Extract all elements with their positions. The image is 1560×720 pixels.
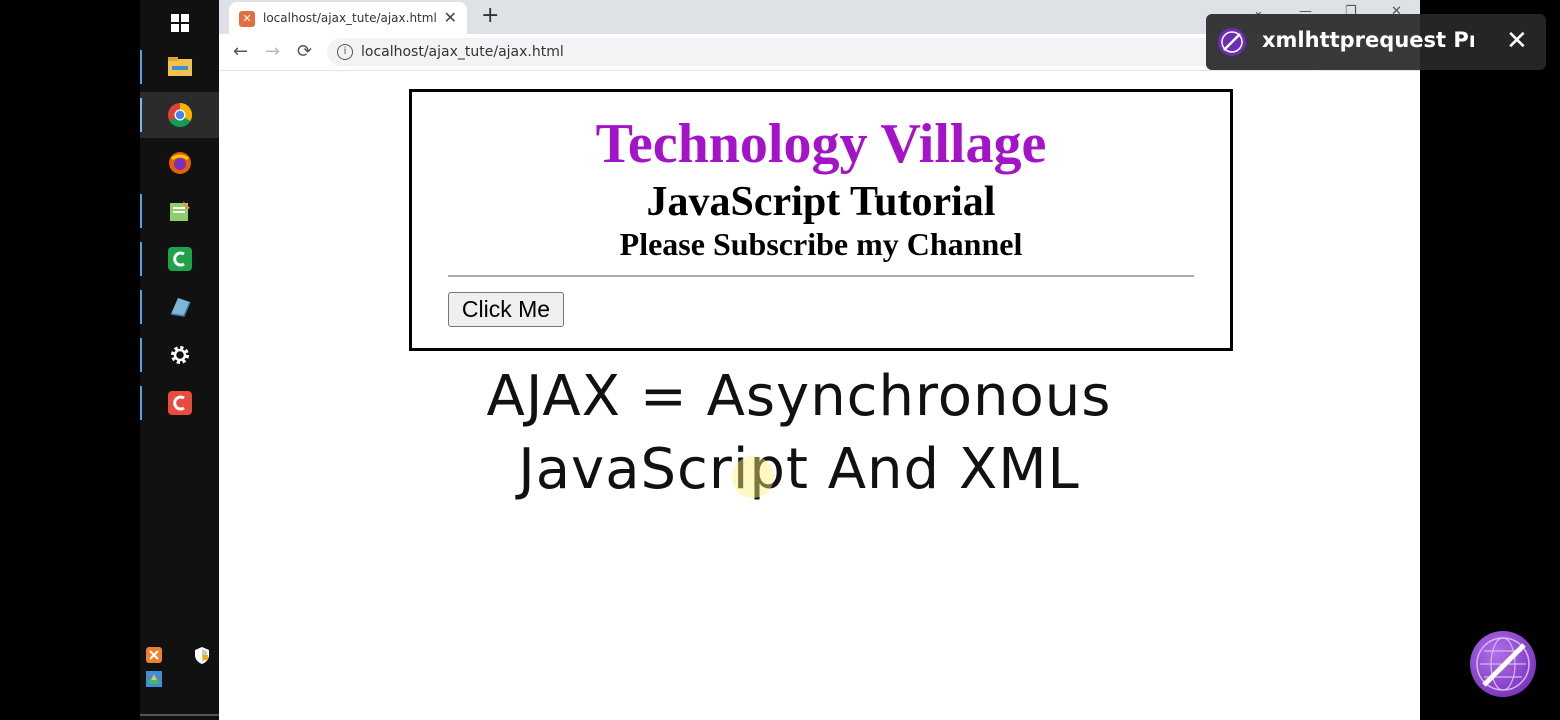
notepad-icon: [169, 201, 190, 221]
taskbar-firefox[interactable]: [140, 140, 219, 186]
tab-close-icon[interactable]: ✕: [444, 8, 457, 27]
taskbar-notepad[interactable]: [140, 188, 219, 234]
caption-line-2: JavaScript And XML: [518, 437, 1080, 502]
taskbar-camtasia-recorder[interactable]: [140, 380, 219, 426]
video-title-overlay: xmlhttprequest Prop ✕: [1206, 14, 1546, 70]
info-icon[interactable]: i: [337, 44, 353, 60]
chrome-icon: [167, 103, 192, 128]
taskbar-chrome[interactable]: [140, 92, 219, 138]
overlay-close-icon[interactable]: ✕: [1506, 26, 1528, 56]
back-button[interactable]: ←: [233, 41, 248, 62]
windows-icon: [170, 14, 189, 32]
cursor-highlight: [732, 456, 774, 498]
page-content: Technology Village JavaScript Tutorial P…: [219, 71, 1420, 720]
taskbar-app[interactable]: [140, 284, 219, 330]
camtasia-red-icon: [167, 391, 192, 415]
firefox-icon: [168, 152, 191, 174]
settings-icon: [170, 346, 189, 364]
shield-icon[interactable]: [194, 647, 210, 664]
forward-button[interactable]: →: [265, 41, 280, 62]
channel-logo-icon: [1218, 28, 1246, 56]
address-bar[interactable]: i localhost/ajax_tute/ajax.html: [327, 38, 1327, 66]
browser-tab[interactable]: ✕ localhost/ajax_tute/ajax.html ✕: [229, 2, 467, 34]
tab-title: localhost/ajax_tute/ajax.html: [263, 11, 437, 25]
page-subtitle: JavaScript Tutorial: [646, 179, 996, 225]
xampp-icon[interactable]: [146, 647, 162, 663]
new-tab-button[interactable]: +: [481, 3, 499, 28]
windows-start-button[interactable]: [140, 0, 219, 46]
taskbar-settings[interactable]: [140, 332, 219, 378]
page-tagline: Please Subscribe my Channel: [619, 226, 1023, 262]
app-icon: [170, 298, 191, 317]
overlay-title: xmlhttprequest Prop: [1262, 28, 1474, 52]
channel-watermark-icon: [1470, 631, 1536, 697]
taskbar-camtasia[interactable]: [140, 236, 219, 282]
font-icon[interactable]: [146, 671, 162, 687]
page-title: Technology Village: [595, 113, 1047, 175]
header-box: Technology Village JavaScript Tutorial P…: [409, 89, 1233, 351]
divider: [448, 275, 1194, 277]
reload-button[interactable]: ⟳: [297, 41, 312, 62]
xampp-favicon-icon: ✕: [239, 11, 255, 27]
caption-line-1: AJAX = Asynchronous: [486, 364, 1112, 429]
browser-window: ✕ localhost/ajax_tute/ajax.html ✕ + ⌄ — …: [219, 0, 1420, 720]
click-me-button[interactable]: Click Me: [448, 292, 564, 327]
taskbar-file-explorer[interactable]: [140, 44, 219, 90]
camtasia-icon: [167, 247, 192, 271]
address-bar-url[interactable]: localhost/ajax_tute/ajax.html: [361, 44, 564, 60]
taskbar: [140, 0, 219, 720]
file-explorer-icon: [167, 57, 192, 76]
system-tray: [140, 646, 219, 687]
